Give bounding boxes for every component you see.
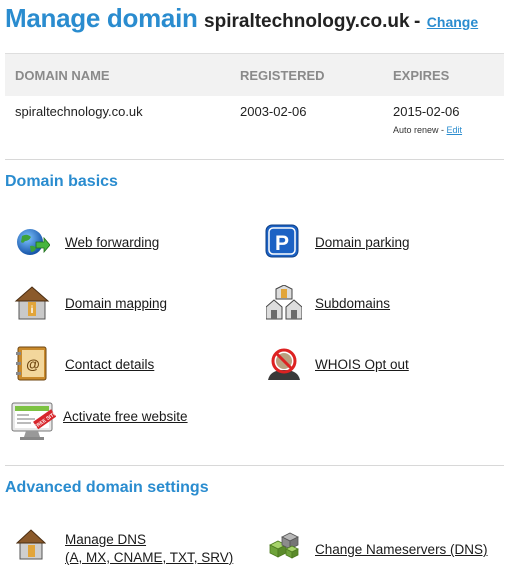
domain-parking-link[interactable]: Domain parking — [315, 234, 410, 251]
section-title-domain-basics: Domain basics — [5, 173, 118, 190]
house-dns-icon — [16, 529, 46, 560]
activate-free-website-link[interactable]: Activate free website — [63, 408, 188, 425]
parking-sign-icon: P — [265, 224, 299, 258]
manage-dns-link[interactable]: Manage DNS (A, MX, CNAME, TXT, SRV) — [65, 531, 233, 567]
domain-table: DOMAIN NAME REGISTERED EXPIRES spiraltec… — [5, 53, 504, 135]
contact-details-link[interactable]: Contact details — [65, 356, 154, 373]
edit-auto-renew-link[interactable]: Edit — [447, 125, 463, 135]
auto-renew-label: Auto renew - — [393, 125, 445, 135]
auto-renew-status: Auto renew - Edit — [393, 125, 462, 135]
house-map-icon: i — [14, 286, 50, 320]
title-separator: - — [414, 11, 421, 32]
svg-text:@: @ — [26, 356, 40, 372]
cell-expires: 2015-02-06 — [393, 104, 460, 119]
svg-text:i: i — [31, 305, 34, 316]
column-header-domain: DOMAIN NAME — [15, 68, 110, 83]
divider — [5, 159, 504, 160]
table-row: spiraltechnology.co.uk 2003-02-06 2015-0… — [5, 96, 504, 146]
privacy-block-icon — [268, 348, 300, 380]
manage-dns-label: Manage DNS — [65, 532, 147, 547]
section-title-advanced-settings: Advanced domain settings — [5, 479, 209, 496]
web-forwarding-link[interactable]: Web forwarding — [65, 234, 159, 251]
subdomains-link[interactable]: Subdomains — [315, 295, 390, 312]
houses-icon — [266, 285, 302, 320]
cell-domain: spiraltechnology.co.uk — [15, 104, 143, 119]
page-title: Manage domain — [5, 3, 198, 33]
svg-text:P: P — [275, 232, 289, 255]
domain-name-heading: spiraltechnology.co.uk — [204, 11, 410, 32]
monitor-free-site-icon: FREE SITE — [11, 402, 56, 440]
change-domain-link[interactable]: Change — [427, 14, 478, 30]
address-book-icon: @ — [16, 346, 47, 381]
domain-mapping-link[interactable]: Domain mapping — [65, 295, 167, 312]
globe-arrow-icon — [17, 229, 50, 255]
manage-dns-record-types: (A, MX, CNAME, TXT, SRV) — [65, 550, 234, 565]
page-header: Manage domain spiraltechnology.co.uk - C… — [5, 3, 478, 34]
divider — [5, 465, 504, 466]
change-nameservers-link[interactable]: Change Nameservers (DNS) — [315, 541, 488, 558]
column-header-registered: REGISTERED — [240, 68, 325, 83]
server-cubes-icon — [269, 532, 299, 559]
cell-registered: 2003-02-06 — [240, 104, 307, 119]
table-header: DOMAIN NAME REGISTERED EXPIRES — [5, 53, 504, 96]
whois-opt-out-link[interactable]: WHOIS Opt out — [315, 356, 409, 373]
column-header-expires: EXPIRES — [393, 68, 450, 83]
